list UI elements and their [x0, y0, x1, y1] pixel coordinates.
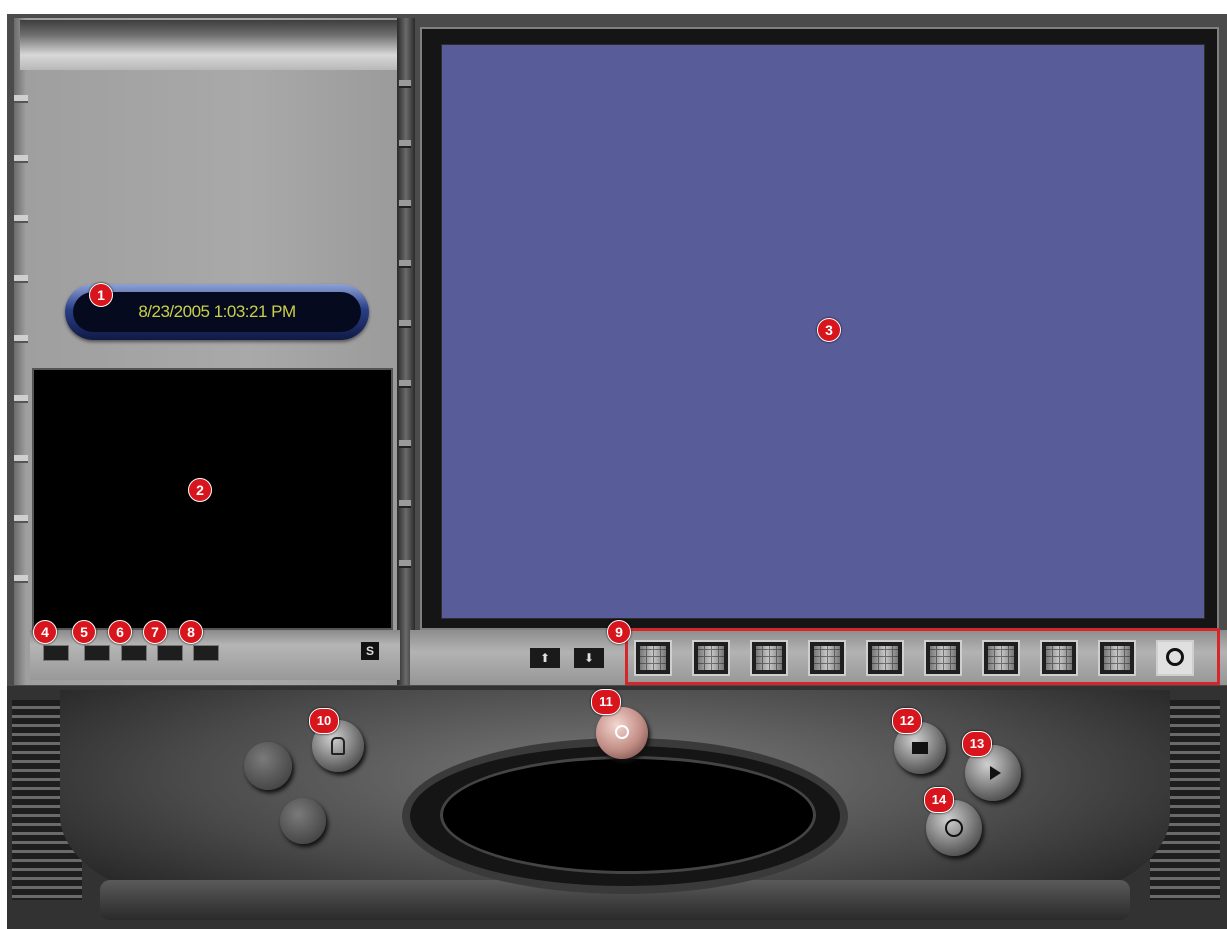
callout-badge-9: 9	[607, 620, 631, 644]
power-icon	[615, 725, 629, 739]
divider-notch	[399, 380, 411, 388]
play-icon	[989, 766, 1001, 780]
callout-badge-6: 6	[108, 620, 132, 644]
clapperboard-icon	[912, 742, 928, 754]
layout-button-9[interactable]	[1098, 640, 1136, 676]
layout-grid-icon	[930, 646, 956, 670]
divider-notch	[399, 440, 411, 448]
layout-grid-icon	[1104, 646, 1130, 670]
callout-badge-1: 1	[89, 283, 113, 307]
layout-grid-icon	[640, 646, 666, 670]
search-button[interactable]: S	[361, 642, 379, 660]
layout-button-2[interactable]	[692, 640, 730, 676]
toolbar-button-5[interactable]	[84, 645, 110, 661]
panel-notch	[14, 215, 28, 223]
layout-button-6[interactable]	[924, 640, 962, 676]
left-panel-header	[20, 20, 402, 70]
callout-badge-10: 10	[309, 708, 339, 734]
page-down-button[interactable]: ⬇	[574, 648, 604, 668]
callout-badge-12: 12	[892, 708, 922, 734]
layout-button-3[interactable]	[750, 640, 788, 676]
callout-badge-13: 13	[962, 731, 992, 757]
divider-notch	[399, 80, 411, 88]
panel-notch	[14, 575, 28, 583]
layout-grid-icon	[988, 646, 1014, 670]
panel-divider	[397, 18, 415, 685]
layout-grid-icon	[814, 646, 840, 670]
callout-badge-7: 7	[143, 620, 167, 644]
divider-notch	[399, 320, 411, 328]
callout-badge-8: 8	[179, 620, 203, 644]
panel-notch	[14, 455, 28, 463]
callout-badge-14: 14	[924, 787, 954, 813]
panel-notch	[14, 275, 28, 283]
console-display	[440, 756, 816, 874]
callout-badge-4: 4	[33, 620, 57, 644]
layout-grid-icon	[1046, 646, 1072, 670]
layout-grid-icon	[756, 646, 782, 670]
divider-notch	[399, 500, 411, 508]
toolbar-button-6[interactable]	[121, 645, 147, 661]
toolbar-button-7[interactable]	[157, 645, 183, 661]
layout-button-5[interactable]	[866, 640, 904, 676]
layout-button-8[interactable]	[1040, 640, 1078, 676]
panel-notch	[14, 155, 28, 163]
panel-notch	[14, 395, 28, 403]
callout-badge-3: 3	[817, 318, 841, 342]
disabled-button-left-top	[244, 742, 292, 790]
layout-button-7[interactable]	[982, 640, 1020, 676]
divider-notch	[399, 260, 411, 268]
callout-badge-11: 11	[591, 689, 621, 715]
layout-button-1[interactable]	[634, 640, 672, 676]
divider-notch	[399, 560, 411, 568]
divider-notch	[399, 140, 411, 148]
full-screen-button[interactable]	[1156, 640, 1194, 676]
console-base	[100, 880, 1130, 920]
lock-icon	[331, 737, 345, 755]
full-screen-icon	[1166, 648, 1184, 666]
toolbar-button-4[interactable]	[43, 645, 69, 661]
divider-notch	[399, 200, 411, 208]
layout-grid-icon	[872, 646, 898, 670]
panel-notch	[14, 95, 28, 103]
layout-grid-icon	[698, 646, 724, 670]
preview-window[interactable]	[32, 368, 393, 630]
page-up-button[interactable]: ⬆	[530, 648, 560, 668]
callout-badge-5: 5	[72, 620, 96, 644]
datetime-text: 8/23/2005 1:03:21 PM	[73, 292, 361, 332]
disabled-button-left-bottom	[280, 798, 326, 844]
layout-button-4[interactable]	[808, 640, 846, 676]
panel-notch	[14, 515, 28, 523]
callout-badge-2: 2	[188, 478, 212, 502]
ptz-icon	[945, 819, 963, 837]
toolbar-button-8[interactable]	[193, 645, 219, 661]
panel-notch	[14, 335, 28, 343]
